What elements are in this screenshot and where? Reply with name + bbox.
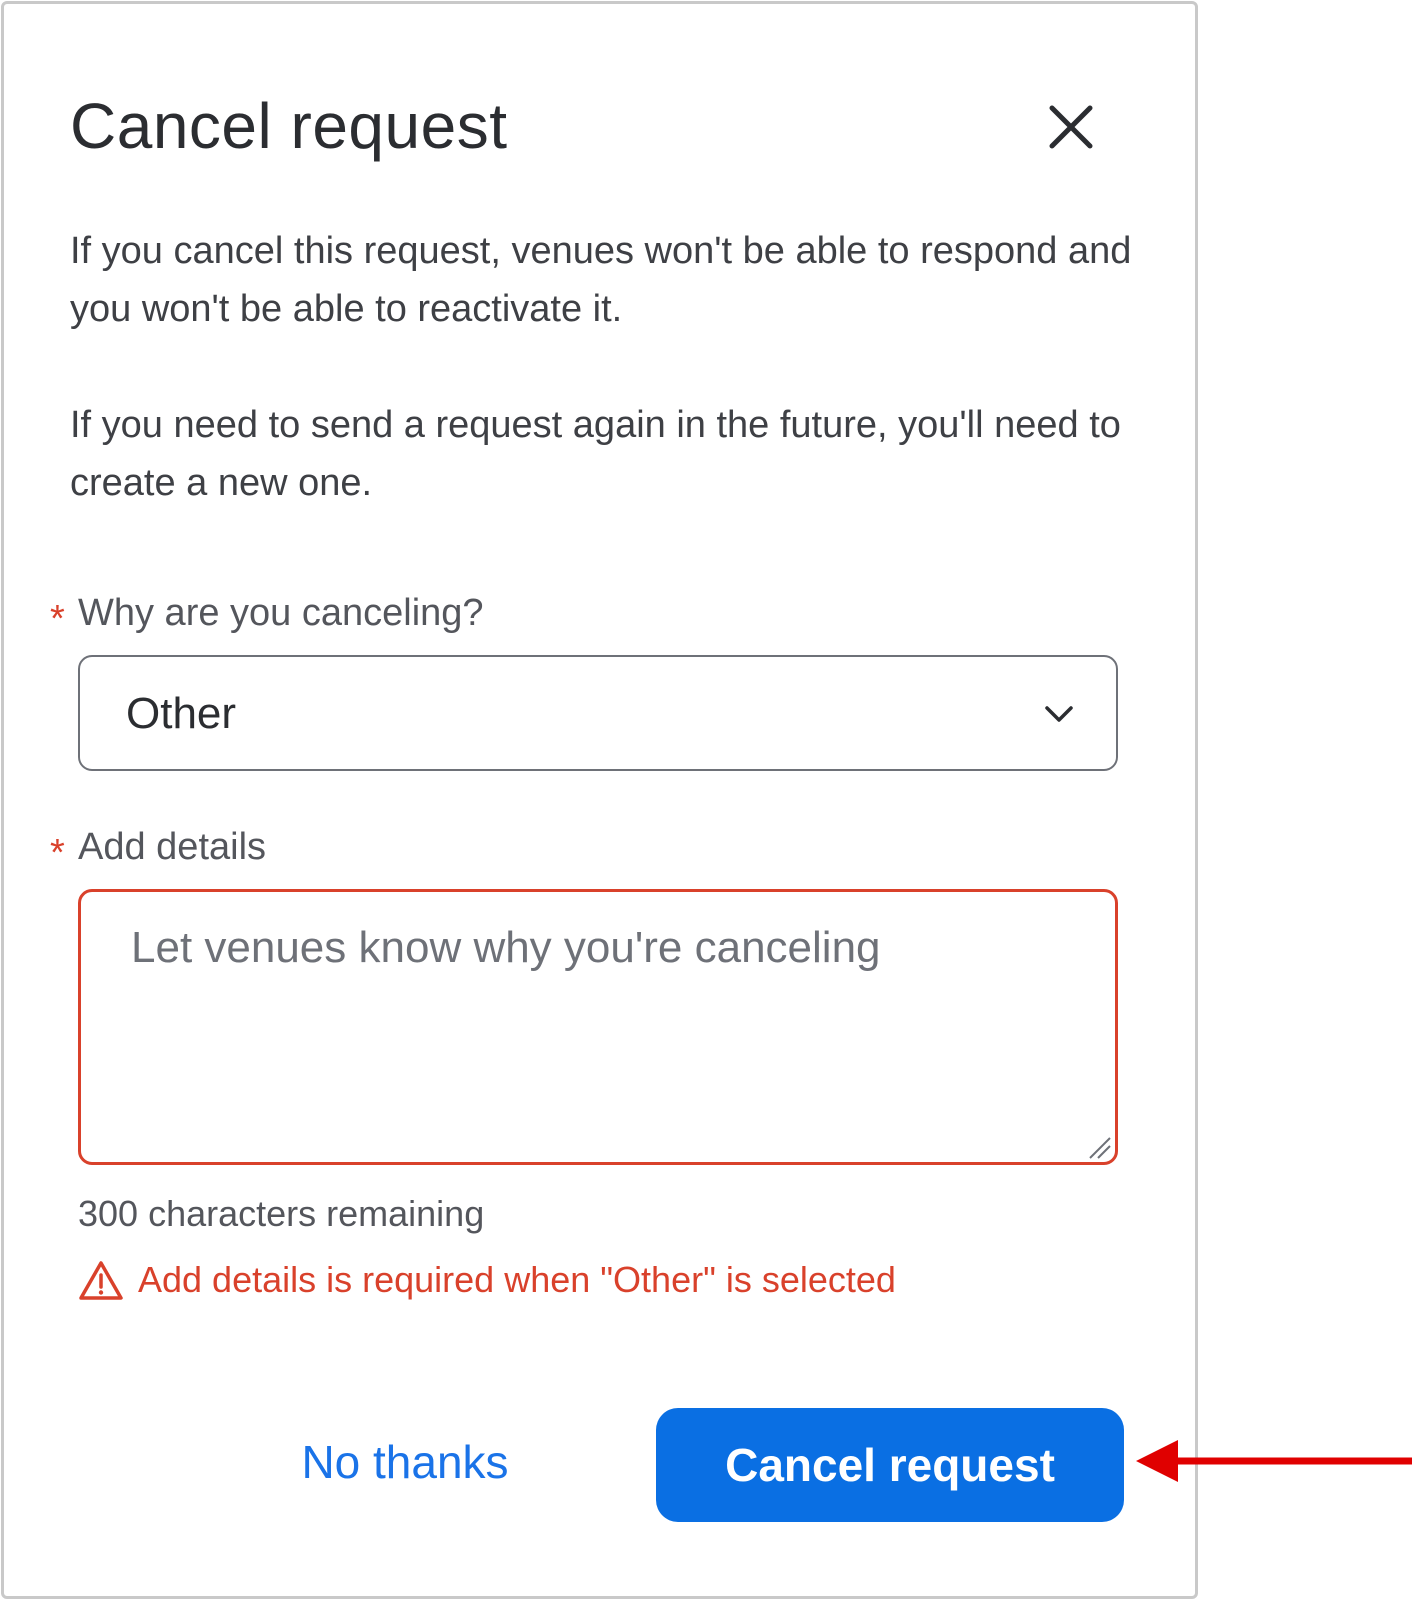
reason-select[interactable]: Other — [78, 655, 1118, 771]
warning-paragraph: If you cancel this request, venues won't… — [70, 230, 1132, 330]
reason-select-value: Other — [126, 689, 237, 738]
resize-handle-icon[interactable] — [1086, 1134, 1112, 1160]
chevron-down-icon — [1045, 706, 1073, 722]
required-marker: * — [50, 832, 65, 874]
error-message: Add details is required when "Other" is … — [78, 1256, 896, 1304]
character-counter: 300 characters remaining — [78, 1193, 485, 1234]
no-thanks-button[interactable]: No thanks — [270, 1422, 540, 1502]
details-label: * Add details — [50, 824, 267, 874]
details-label-text: Add details — [78, 826, 267, 868]
arrow-left-icon — [1136, 1440, 1412, 1482]
cancel-request-dialog: Cancel request If you cancel this reques… — [1, 1, 1198, 1599]
error-text: Add details is required when "Other" is … — [138, 1259, 896, 1300]
warning-icon — [79, 1261, 123, 1300]
required-marker: * — [50, 598, 65, 640]
reason-label-text: Why are you canceling? — [78, 592, 484, 634]
info-paragraph: If you need to send a request again in t… — [70, 404, 1121, 504]
cancel-request-button[interactable]: Cancel request — [656, 1408, 1124, 1522]
dialog-title: Cancel request — [70, 90, 508, 162]
details-textarea[interactable] — [78, 889, 1118, 1165]
reason-label: * Why are you canceling? — [50, 590, 484, 640]
close-icon[interactable] — [1040, 96, 1102, 158]
